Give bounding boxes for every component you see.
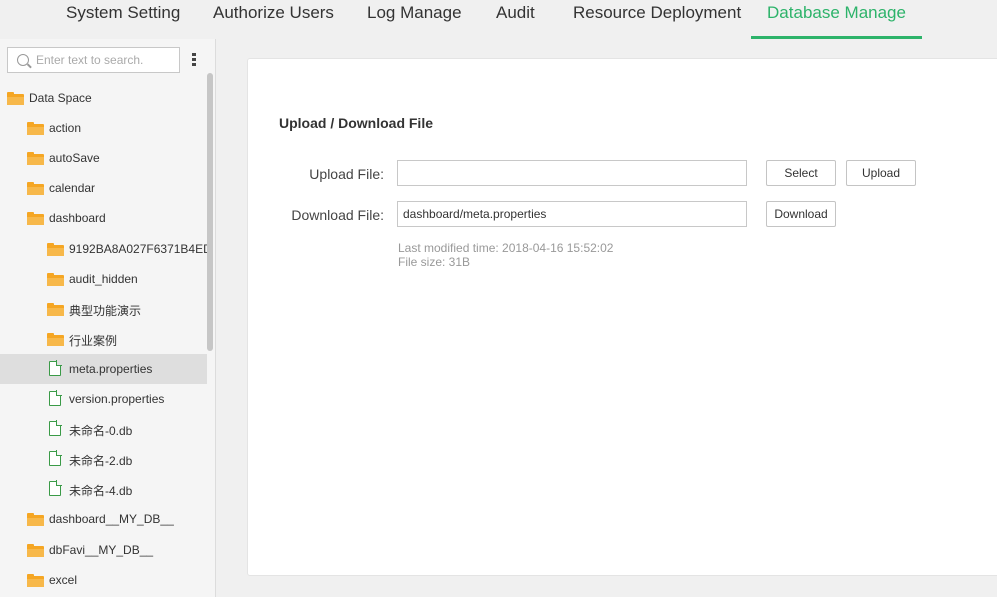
folder-icon <box>47 303 64 316</box>
tree-item-label: audit_hidden <box>69 272 138 286</box>
tree-item-label: meta.properties <box>69 362 153 376</box>
tab-log-manage[interactable]: Log Manage <box>367 0 462 39</box>
top-tab-bar: System Setting Authorize Users Log Manag… <box>0 0 997 39</box>
tree-item-label: 9192BA8A027F6371B4ED <box>69 242 207 256</box>
tab-database-manage[interactable]: Database Manage <box>751 0 922 39</box>
tree-item-label: calendar <box>49 181 96 195</box>
tree-item[interactable]: meta.properties <box>0 354 207 384</box>
file-icon <box>49 480 62 496</box>
file-icon <box>49 420 62 436</box>
tree-item[interactable]: 9192BA8A027F6371B4ED <box>0 234 207 264</box>
download-file-field[interactable] <box>397 201 747 227</box>
tree-item-label: 典型功能演示 <box>69 304 142 318</box>
tree-item-label: 未命名-4.db <box>69 484 133 498</box>
tab-audit[interactable]: Audit <box>496 0 535 39</box>
search-box <box>7 47 180 73</box>
tree-item-label: 未命名-2.db <box>69 454 133 468</box>
tab-authorize-users[interactable]: Authorize Users <box>213 0 334 39</box>
folder-icon <box>27 212 44 225</box>
download-file-label: Download File: <box>291 207 384 223</box>
tree-item[interactable]: excel <box>0 565 207 595</box>
folder-icon <box>27 152 44 165</box>
tree-item[interactable]: Data Space <box>0 83 207 113</box>
file-icon <box>49 390 62 406</box>
file-icon <box>49 360 62 376</box>
folder-icon <box>7 92 24 105</box>
folder-icon <box>27 544 44 557</box>
folder-icon <box>27 513 44 526</box>
upload-file-label: Upload File: <box>309 166 384 182</box>
tree-item-label: dashboard__MY_DB__ <box>49 512 174 526</box>
tree-item-label: action <box>49 121 82 135</box>
upload-button[interactable]: Upload <box>846 160 916 186</box>
tree-item[interactable]: dbFavi__MY_DB__ <box>0 535 207 565</box>
tree-item-label: Data Space <box>29 91 92 105</box>
tree-item[interactable]: 未命名-4.db <box>0 474 207 504</box>
folder-icon <box>47 273 64 286</box>
tree-item[interactable]: action <box>0 113 207 143</box>
file-size-text: File size: 31B <box>398 255 471 269</box>
tree-item-label: version.properties <box>69 392 165 406</box>
tree-item-label: 行业案例 <box>69 334 118 348</box>
tree-item-label: excel <box>49 573 78 587</box>
sidebar-scrollbar[interactable] <box>207 73 213 351</box>
tab-system-setting[interactable]: System Setting <box>66 0 180 39</box>
tab-resource-deployment[interactable]: Resource Deployment <box>573 0 741 39</box>
folder-icon <box>27 182 44 195</box>
file-icon <box>49 450 62 466</box>
folder-icon <box>47 243 64 256</box>
tree-item[interactable]: autoSave <box>0 143 207 173</box>
tree-item[interactable]: 行业案例 <box>0 324 207 354</box>
tree-item[interactable]: calendar <box>0 173 207 203</box>
main-panel: Upload / Download File Upload File: Sele… <box>247 58 997 576</box>
tree-item-label: autoSave <box>49 151 100 165</box>
folder-icon <box>27 122 44 135</box>
menu-icon[interactable] <box>192 53 196 66</box>
folder-icon <box>47 333 64 346</box>
tree-item-label: 未命名-0.db <box>69 424 133 438</box>
search-icon <box>17 54 29 66</box>
tree-item[interactable]: dashboard__MY_DB__ <box>0 504 207 534</box>
upload-file-field[interactable] <box>397 160 747 186</box>
tree-item[interactable]: 典型功能演示 <box>0 294 207 324</box>
tree-item[interactable]: version.properties <box>0 384 207 414</box>
tree-item[interactable]: audit_hidden <box>0 264 207 294</box>
section-title: Upload / Download File <box>279 115 433 131</box>
last-modified-text: Last modified time: 2018-04-16 15:52:02 <box>398 241 614 255</box>
download-button[interactable]: Download <box>766 201 836 227</box>
select-button[interactable]: Select <box>766 160 836 186</box>
tree-item-label: dashboard <box>49 211 106 225</box>
sidebar: Data Space action autoSave calendar dashboar… <box>0 39 216 597</box>
tree-item[interactable]: 未命名-2.db <box>0 444 207 474</box>
tree-item[interactable]: dashboard <box>0 203 207 233</box>
search-input[interactable] <box>36 51 176 69</box>
tree-item-label: dbFavi__MY_DB__ <box>49 543 154 557</box>
tree-item[interactable]: 未命名-0.db <box>0 414 207 444</box>
folder-icon <box>27 574 44 587</box>
